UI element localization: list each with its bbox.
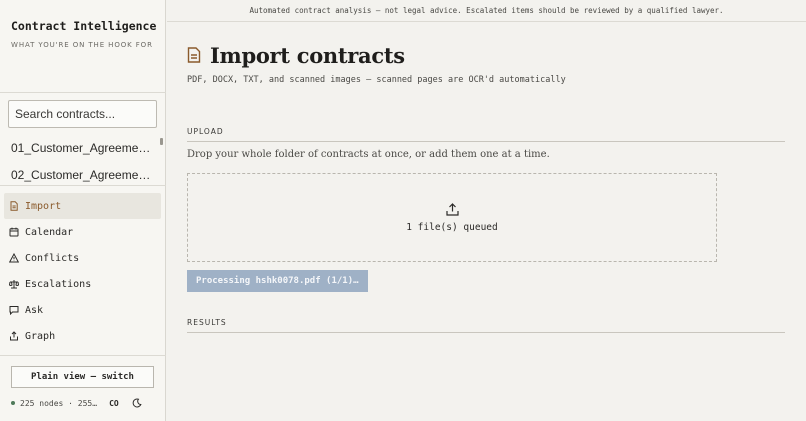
chat-icon <box>9 306 19 315</box>
sidebar: Contract Intelligence WHAT YOU'RE ON THE… <box>0 0 166 421</box>
search-input[interactable] <box>8 100 157 128</box>
disclaimer-banner: Automated contract analysis — not legal … <box>167 0 806 22</box>
nav-label: Import <box>25 200 62 212</box>
file-dropzone[interactable]: 1 file(s) queued <box>187 173 717 262</box>
brand-tagline: WHAT YOU'RE ON THE HOOK FOR <box>11 41 153 49</box>
nav-item-conflicts[interactable]: Conflicts <box>4 245 161 271</box>
queue-status: 1 file(s) queued <box>406 221 498 233</box>
processing-button[interactable]: Processing hshk0078.pdf (1/1)… <box>187 270 368 292</box>
scale-icon <box>9 280 19 289</box>
calendar-icon <box>9 227 19 237</box>
document-item[interactable]: 01_Customer_Agreement_Sample.pdf <box>11 141 157 155</box>
nav-label: Escalations <box>25 278 92 290</box>
divider <box>0 92 166 93</box>
upload-section-label: UPLOAD <box>187 127 224 136</box>
brand-title: Contract Intelligence <box>11 19 157 33</box>
nav-item-import[interactable]: Import <box>4 193 161 219</box>
brand: Contract Intelligence WHAT YOU'RE ON THE… <box>11 18 161 51</box>
nav-label: Ask <box>25 304 44 316</box>
document-item[interactable]: 02_Customer_Agreement_Sample.pdf <box>11 168 157 182</box>
page-subtitle: PDF, DOCX, TXT, and scanned images — sca… <box>187 75 566 85</box>
scrollbar-thumb[interactable] <box>160 138 163 145</box>
doc-icon <box>10 201 18 211</box>
nav-item-ask[interactable]: Ask <box>4 297 161 323</box>
share-icon <box>10 331 18 341</box>
nav-item-calendar[interactable]: Calendar <box>4 219 161 245</box>
status-row: 225 nodes · 255… CO <box>11 397 161 409</box>
language-toggle[interactable]: CO <box>109 399 119 408</box>
nav-item-graph[interactable]: Graph <box>4 323 161 349</box>
divider <box>0 355 166 356</box>
nav-label: Calendar <box>25 226 74 238</box>
results-section-label: RESULTS <box>187 318 227 327</box>
doc-icon <box>187 47 201 63</box>
moon-icon[interactable] <box>132 398 142 408</box>
nav-label: Conflicts <box>25 252 80 264</box>
main-content: Automated contract analysis — not legal … <box>167 0 806 421</box>
nav-item-escalations[interactable]: Escalations <box>4 271 161 297</box>
upload-icon <box>445 202 459 216</box>
plain-view-switch-button[interactable]: Plain view — switch <box>11 366 154 388</box>
page-title: Import contracts <box>210 42 405 68</box>
warning-icon <box>9 253 19 263</box>
section-divider <box>187 141 785 142</box>
section-divider <box>187 332 785 333</box>
upload-hint: Drop your whole folder of contracts at o… <box>187 149 550 160</box>
status-dot-icon <box>11 401 15 405</box>
graph-stats: 225 nodes · 255… <box>20 398 98 408</box>
divider <box>0 185 166 186</box>
nav-label: Graph <box>25 330 56 342</box>
page-header: Import contracts <box>187 41 405 69</box>
